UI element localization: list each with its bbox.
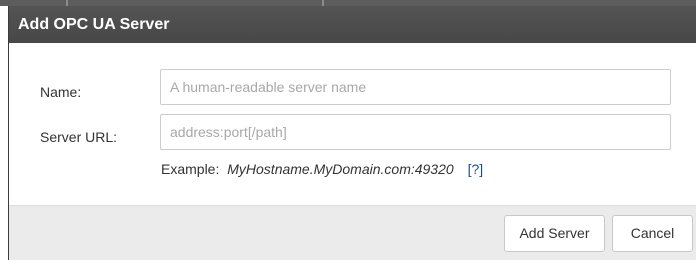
screen: Add OPC UA Server Name: Server URL: Exam… (0, 0, 696, 260)
add-server-dialog: Add OPC UA Server Name: Server URL: Exam… (8, 6, 696, 260)
dialog-footer: Add Server Cancel (9, 205, 696, 260)
server-url-label: Server URL: (40, 129, 118, 145)
url-example: Example: MyHostname.MyDomain.com:49320 [… (161, 161, 483, 177)
example-label: Example: (161, 161, 220, 177)
cancel-button[interactable]: Cancel (612, 215, 693, 252)
dialog-body: Name: Server URL: Example: MyHostname.My… (9, 43, 696, 205)
name-label: Name: (40, 84, 82, 100)
dialog-title: Add OPC UA Server (9, 6, 696, 43)
example-value: MyHostname.MyDomain.com:49320 (227, 161, 454, 177)
name-input[interactable] (160, 69, 671, 105)
add-server-button[interactable]: Add Server (504, 215, 605, 252)
help-link[interactable]: [?] (468, 161, 484, 177)
server-url-input[interactable] (160, 114, 671, 150)
